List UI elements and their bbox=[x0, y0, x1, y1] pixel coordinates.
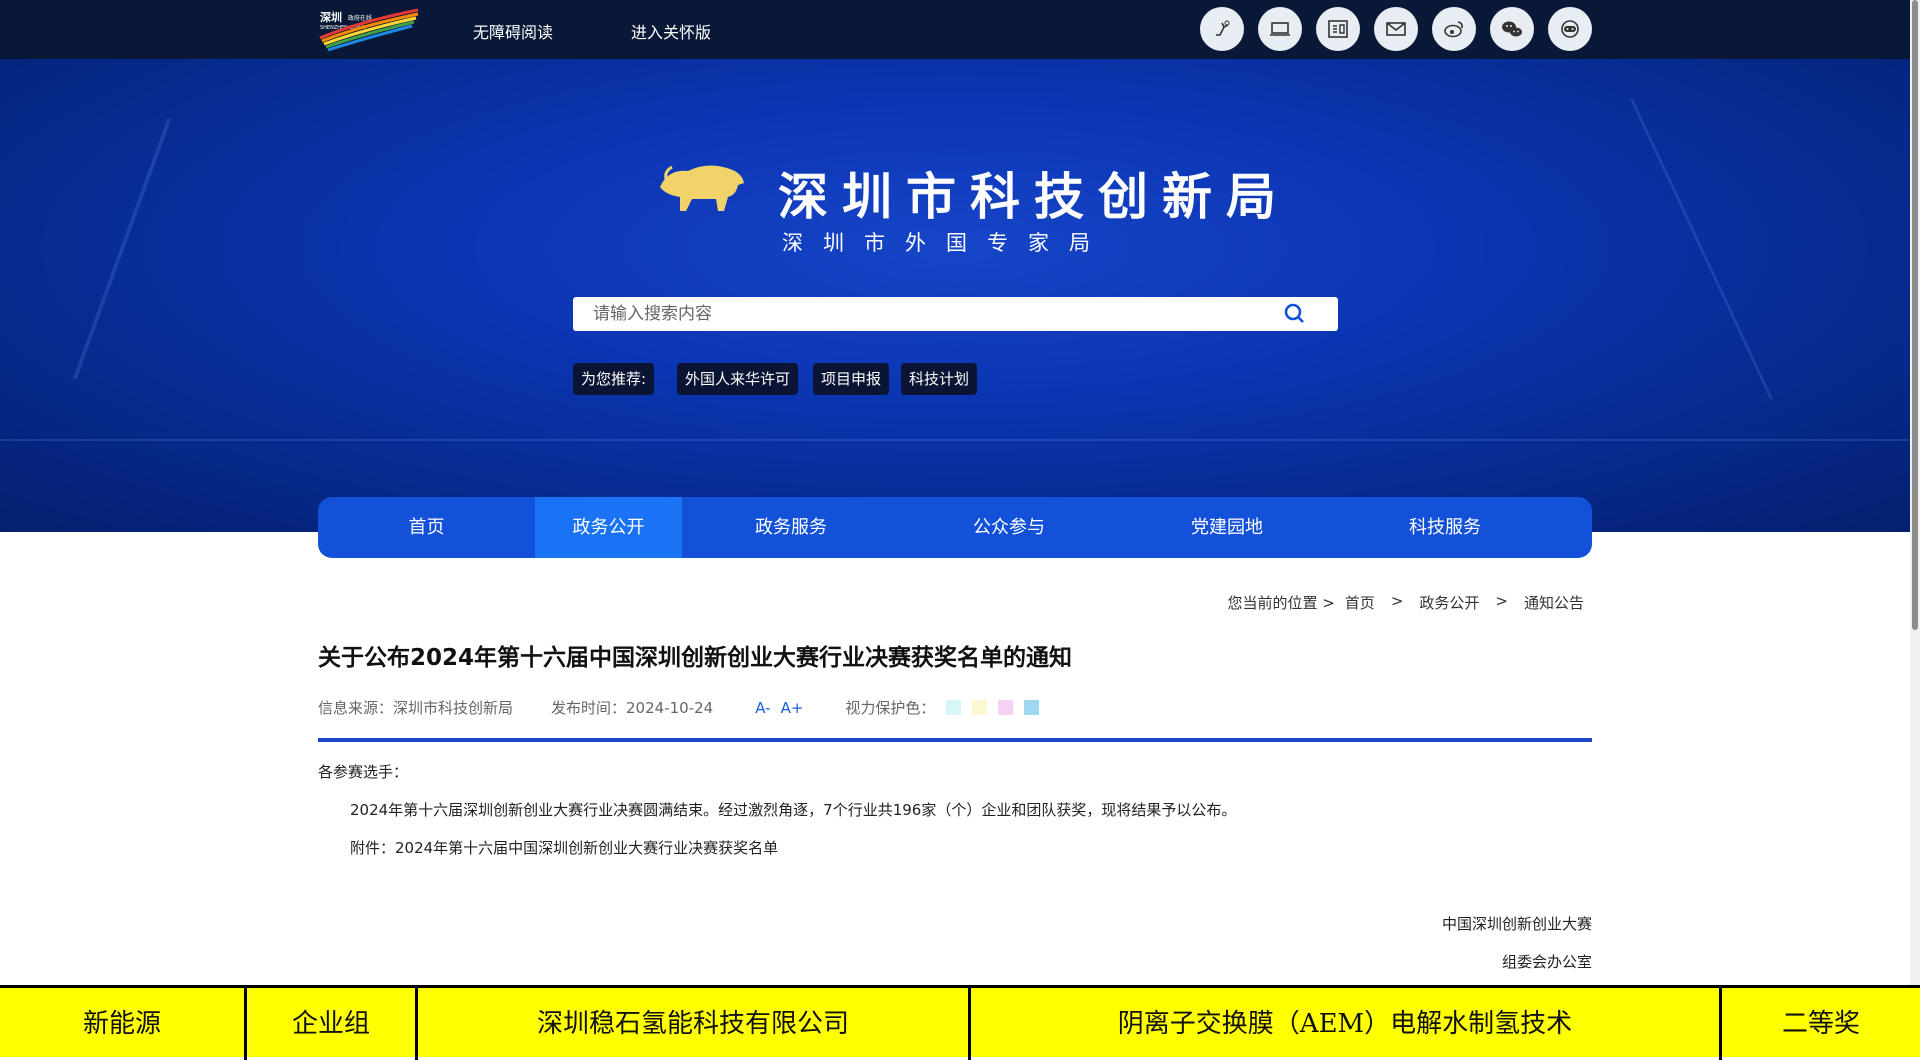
article-source: 信息来源：深圳市科技创新局 bbox=[318, 699, 514, 717]
title-divider bbox=[318, 738, 1592, 742]
nav-home[interactable]: 首页 bbox=[318, 497, 535, 558]
mail-icon[interactable] bbox=[1374, 7, 1418, 51]
care-mode-link[interactable]: 进入关怀版 bbox=[631, 19, 711, 43]
search-box bbox=[573, 297, 1338, 331]
nav-government-affairs[interactable]: 政务公开 bbox=[535, 497, 682, 558]
font-decrease-button[interactable]: A- bbox=[755, 699, 770, 717]
search-input[interactable] bbox=[573, 297, 1253, 331]
article-greeting: 各参赛选手： bbox=[318, 763, 409, 781]
id-card-icon[interactable] bbox=[1316, 7, 1360, 51]
wechat-icon[interactable] bbox=[1490, 7, 1534, 51]
eye-protect-label: 视力保护色： bbox=[845, 699, 936, 717]
top-icon-group bbox=[1200, 7, 1592, 51]
article-title: 关于公布2024年第十六届中国深圳创新创业大赛行业决赛获奖名单的通知 bbox=[318, 645, 1073, 671]
robot-service-icon[interactable] bbox=[1200, 7, 1244, 51]
chatbot-icon[interactable] bbox=[1548, 7, 1592, 51]
laptop-icon[interactable] bbox=[1258, 7, 1302, 51]
breadcrumb-prefix: 您当前的位置 > bbox=[1227, 594, 1335, 612]
table-cell-award: 二等奖 bbox=[1781, 1008, 1860, 1039]
top-bar: 深圳 政府在线 SHENZHEN CHINA 无障碍阅读 进入关怀版 bbox=[0, 0, 1910, 59]
bull-emblem-icon bbox=[660, 165, 744, 211]
breadcrumb-notices[interactable]: 通知公告 bbox=[1524, 592, 1584, 613]
recommend-label: 为您推荐: bbox=[573, 363, 655, 395]
nav-tech-services[interactable]: 科技服务 bbox=[1336, 497, 1554, 558]
search-icon[interactable] bbox=[1284, 303, 1306, 325]
accessibility-reading-link[interactable]: 无障碍阅读 bbox=[473, 19, 553, 43]
main-nav: 首页 政务公开 政务服务 公众参与 党建园地 科技服务 bbox=[318, 497, 1592, 558]
breadcrumb-separator: > bbox=[1390, 592, 1404, 610]
eye-color-pink[interactable] bbox=[998, 700, 1014, 715]
nav-party-building[interactable]: 党建园地 bbox=[1118, 497, 1336, 558]
article-date: 发布时间：2024-10-24 bbox=[551, 699, 714, 717]
table-cell-company: 深圳稳石氢能科技有限公司 bbox=[418, 988, 971, 1060]
banner-decoration bbox=[72, 119, 172, 379]
org-name: 深圳市科技创新局 bbox=[778, 168, 1290, 226]
scrollbar-thumb[interactable] bbox=[1912, 0, 1918, 630]
eye-color-cyan[interactable] bbox=[946, 700, 962, 715]
breadcrumb-home[interactable]: 首页 bbox=[1345, 592, 1375, 613]
org-subname: 深圳市外国专家局 bbox=[782, 231, 1110, 255]
award-table-row: 新能源 企业组 深圳稳石氢能科技有限公司 阴离子交换膜（AEM）电解水制氢技术 … bbox=[0, 985, 1920, 1060]
recommend-tag-project-application[interactable]: 项目申报 bbox=[813, 363, 890, 395]
banner-decoration bbox=[0, 439, 1910, 441]
nav-public-participation[interactable]: 公众参与 bbox=[900, 497, 1118, 558]
recommend-tag-tech-plan[interactable]: 科技计划 bbox=[901, 363, 978, 395]
banner-decoration bbox=[1630, 99, 1773, 399]
nav-government-services[interactable]: 政务服务 bbox=[682, 497, 900, 558]
hero-banner: 深圳市科技创新局 深圳市外国专家局 为您推荐: 外国人来华许可 项目申报 科技计… bbox=[0, 59, 1910, 532]
table-cell-group: 企业组 bbox=[247, 988, 418, 1060]
svg-text:深圳: 深圳 bbox=[320, 10, 342, 24]
breadcrumb: 您当前的位置 > 首页 > 政务公开 > 通知公告 bbox=[1227, 592, 1584, 613]
article-signature-office: 组委会办公室 bbox=[1501, 953, 1592, 971]
breadcrumb-government-affairs[interactable]: 政务公开 bbox=[1419, 592, 1479, 613]
font-increase-button[interactable]: A+ bbox=[781, 699, 804, 717]
recommend-tag-foreigner-permit[interactable]: 外国人来华许可 bbox=[677, 363, 799, 395]
article-body: 2024年第十六届深圳创新创业大赛行业决赛圆满结束。经过激烈角逐，7个行业共19… bbox=[350, 801, 1237, 819]
weibo-icon[interactable] bbox=[1432, 7, 1476, 51]
breadcrumb-separator: > bbox=[1495, 592, 1508, 610]
article-attachment-link[interactable]: 附件：2024年第十六届中国深圳创新创业大赛行业决赛获奖名单 bbox=[350, 837, 778, 858]
article-meta: 信息来源：深圳市科技创新局 发布时间：2024-10-24 A- A+ 视力保护… bbox=[318, 697, 1040, 718]
eye-color-blue[interactable] bbox=[1024, 700, 1040, 715]
shenzhen-logo-icon[interactable]: 深圳 政府在线 SHENZHEN CHINA bbox=[318, 8, 422, 52]
table-cell-industry: 新能源 bbox=[0, 988, 247, 1060]
article-signature-org: 中国深圳创新创业大赛 bbox=[1441, 915, 1592, 933]
eye-color-yellow[interactable] bbox=[972, 700, 988, 715]
table-cell-project: 阴离子交换膜（AEM）电解水制氢技术 bbox=[971, 988, 1722, 1060]
